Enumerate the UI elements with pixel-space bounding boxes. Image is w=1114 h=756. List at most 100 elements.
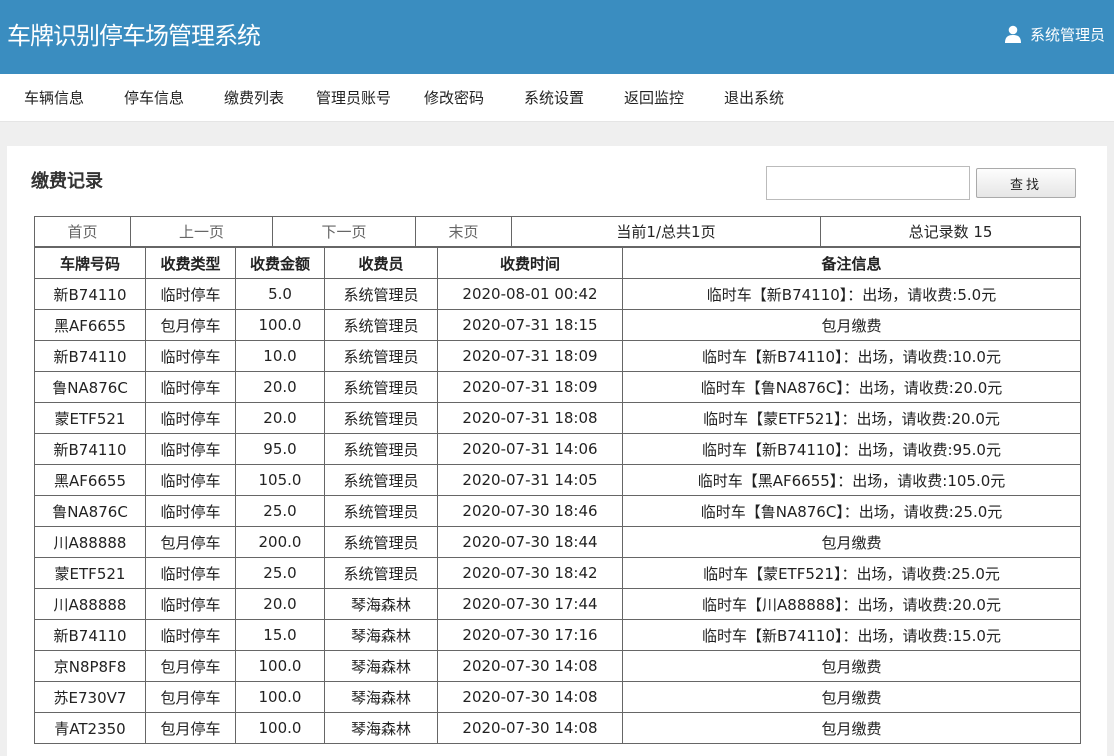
cell-cashier: 琴海森林 (324, 588, 438, 620)
nav-item-logout[interactable]: 退出系统 (724, 88, 784, 108)
content-panel: 缴费记录 查找 首页 上一页 下一页 末页 当前1/总共1页 总记录数 15 车… (7, 146, 1107, 756)
cell-time: 2020-07-30 14:08 (437, 650, 623, 682)
cell-amount: 10.0 (235, 340, 325, 372)
search-button[interactable]: 查找 (976, 168, 1076, 198)
cell-plate: 新B74110 (34, 278, 146, 310)
cell-fee-type: 临时停车 (145, 495, 236, 527)
column-header-cashier: 收费员 (324, 247, 438, 279)
cell-remark: 临时车【新B74110】：出场，请收费:5.0元 (622, 278, 1081, 310)
table-row: 青AT2350 包月停车 100.0 琴海森林 2020-07-30 14:08 包月缴费 (34, 712, 1081, 744)
cell-cashier: 系统管理员 (324, 464, 438, 496)
cell-cashier: 系统管理员 (324, 278, 438, 310)
cell-time: 2020-07-31 14:05 (437, 464, 623, 496)
cell-remark: 临时车【川A88888】：出场，请收费:20.0元 (622, 588, 1081, 620)
nav-item-vehicle-info[interactable]: 车辆信息 (24, 88, 84, 108)
cell-cashier: 琴海森林 (324, 650, 438, 682)
nav-item-parking-info[interactable]: 停车信息 (124, 88, 184, 108)
cell-amount: 100.0 (235, 681, 325, 713)
search-input[interactable] (766, 166, 970, 200)
column-header-plate: 车牌号码 (34, 247, 146, 279)
cell-remark: 包月缴费 (622, 309, 1081, 341)
table-row: 新B74110 临时停车 10.0 系统管理员 2020-07-31 18:09 临时车【… (34, 340, 1081, 372)
cell-remark: 包月缴费 (622, 712, 1081, 744)
first-page-link[interactable]: 首页 (34, 216, 131, 247)
table-row: 鲁NA876C 临时停车 25.0 系统管理员 2020-07-30 18:46 临时车【… (34, 495, 1081, 527)
cell-plate: 蒙ETF521 (34, 402, 146, 434)
cell-amount: 20.0 (235, 402, 325, 434)
cell-plate: 新B74110 (34, 340, 146, 372)
table-row: 京N8P8F8 包月停车 100.0 琴海森林 2020-07-30 14:08 包月缴费 (34, 650, 1081, 682)
cell-fee-type: 包月停车 (145, 681, 236, 713)
last-page-link[interactable]: 末页 (415, 216, 512, 247)
cell-remark: 临时车【黑AF6655】：出场，请收费:105.0元 (622, 464, 1081, 496)
cell-plate: 川A88888 (34, 526, 146, 558)
pagination-bar: 首页 上一页 下一页 末页 当前1/总共1页 总记录数 15 (34, 216, 1081, 247)
cell-plate: 鲁NA876C (34, 495, 146, 527)
cell-plate: 川A88888 (34, 588, 146, 620)
cell-time: 2020-07-30 18:46 (437, 495, 623, 527)
table-row: 黑AF6655 临时停车 105.0 系统管理员 2020-07-31 14:05 临时车… (34, 464, 1081, 496)
cell-amount: 105.0 (235, 464, 325, 496)
table-row: 川A88888 临时停车 20.0 琴海森林 2020-07-30 17:44 临时车【川… (34, 588, 1081, 620)
cell-plate: 青AT2350 (34, 712, 146, 744)
cell-amount: 25.0 (235, 495, 325, 527)
app-header: 车牌识别停车场管理系统 系统管理员 (0, 0, 1114, 74)
cell-fee-type: 临时停车 (145, 588, 236, 620)
cell-fee-type: 包月停车 (145, 309, 236, 341)
cell-remark: 包月缴费 (622, 526, 1081, 558)
table-row: 黑AF6655 包月停车 100.0 系统管理员 2020-07-31 18:15 包月缴… (34, 309, 1081, 341)
next-page-link[interactable]: 下一页 (272, 216, 416, 247)
nav-item-admin-accounts[interactable]: 管理员账号 (316, 88, 391, 108)
cell-fee-type: 临时停车 (145, 371, 236, 403)
column-header-time: 收费时间 (437, 247, 623, 279)
cell-remark: 临时车【蒙ETF521】：出场，请收费:20.0元 (622, 402, 1081, 434)
cell-fee-type: 临时停车 (145, 340, 236, 372)
cell-amount: 200.0 (235, 526, 325, 558)
page-info: 当前1/总共1页 (511, 216, 821, 247)
cell-remark: 临时车【新B74110】：出场，请收费:10.0元 (622, 340, 1081, 372)
table-header-row: 车牌号码 收费类型 收费金额 收费员 收费时间 备注信息 (34, 247, 1081, 279)
cell-fee-type: 临时停车 (145, 464, 236, 496)
cell-time: 2020-07-31 18:15 (437, 309, 623, 341)
cell-time: 2020-07-31 18:08 (437, 402, 623, 434)
cell-time: 2020-07-30 14:08 (437, 712, 623, 744)
cell-fee-type: 包月停车 (145, 712, 236, 744)
table-row: 新B74110 临时停车 95.0 系统管理员 2020-07-31 14:06 临时车【… (34, 433, 1081, 465)
cell-amount: 15.0 (235, 619, 325, 651)
nav-item-system-settings[interactable]: 系统设置 (524, 88, 584, 108)
table-row: 蒙ETF521 临时停车 25.0 系统管理员 2020-07-30 18:42 临时车【… (34, 557, 1081, 589)
main-nav: 车辆信息 停车信息 缴费列表 管理员账号 修改密码 系统设置 返回监控 退出系统 (0, 74, 1114, 122)
cell-plate: 新B74110 (34, 433, 146, 465)
cell-amount: 20.0 (235, 588, 325, 620)
cell-cashier: 系统管理员 (324, 557, 438, 589)
column-header-remark: 备注信息 (622, 247, 1081, 279)
cell-fee-type: 临时停车 (145, 619, 236, 651)
cell-time: 2020-07-31 14:06 (437, 433, 623, 465)
cell-time: 2020-07-31 18:09 (437, 340, 623, 372)
cell-plate: 蒙ETF521 (34, 557, 146, 589)
prev-page-link[interactable]: 上一页 (130, 216, 273, 247)
table-row: 蒙ETF521 临时停车 20.0 系统管理员 2020-07-31 18:08 临时车【… (34, 402, 1081, 434)
cell-cashier: 系统管理员 (324, 340, 438, 372)
user-name: 系统管理员 (1029, 25, 1105, 44)
cell-cashier: 琴海森林 (324, 712, 438, 744)
cell-amount: 25.0 (235, 557, 325, 589)
cell-cashier: 琴海森林 (324, 619, 438, 651)
cell-cashier: 系统管理员 (324, 371, 438, 403)
cell-remark: 包月缴费 (622, 650, 1081, 682)
cell-time: 2020-07-30 14:08 (437, 681, 623, 713)
cell-amount: 5.0 (235, 278, 325, 310)
current-user[interactable]: 系统管理员 (1004, 22, 1105, 46)
nav-item-payment-list[interactable]: 缴费列表 (224, 88, 284, 108)
table-row: 川A88888 包月停车 200.0 系统管理员 2020-07-30 18:44 包月缴… (34, 526, 1081, 558)
cell-fee-type: 临时停车 (145, 278, 236, 310)
nav-item-back-to-monitor[interactable]: 返回监控 (624, 88, 684, 108)
cell-remark: 临时车【鲁NA876C】：出场，请收费:20.0元 (622, 371, 1081, 403)
page-title: 缴费记录 (31, 171, 103, 192)
cell-fee-type: 临时停车 (145, 433, 236, 465)
cell-plate: 京N8P8F8 (34, 650, 146, 682)
table-row: 新B74110 临时停车 5.0 系统管理员 2020-08-01 00:42 临时车【新… (34, 278, 1081, 310)
cell-cashier: 系统管理员 (324, 526, 438, 558)
user-icon (1004, 25, 1021, 43)
nav-item-change-password[interactable]: 修改密码 (424, 88, 484, 108)
